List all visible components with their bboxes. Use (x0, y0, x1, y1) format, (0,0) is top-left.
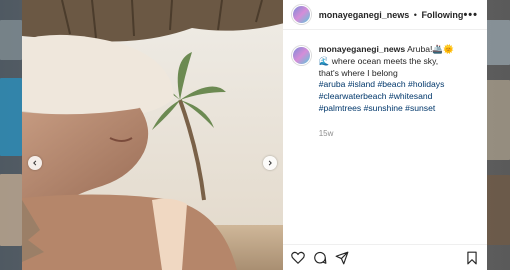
caption-avatar[interactable] (291, 46, 311, 65)
post-sidebar: monayeganegi_news • Following ••• monaye… (282, 0, 487, 270)
caption-username-link[interactable]: monayeganegi_news (319, 44, 405, 54)
comment-button[interactable] (313, 251, 327, 265)
separator-dot: • (413, 9, 417, 20)
caption-body: monayeganegi_news Aruba!🚢🌞🌊 where ocean … (319, 44, 459, 140)
action-bar (282, 244, 487, 270)
chevron-left-icon (33, 160, 37, 166)
avatar[interactable] (291, 5, 311, 24)
heart-icon (290, 251, 305, 264)
bookmark-icon (467, 251, 477, 264)
header-text: monayeganegi_news • Following (319, 10, 464, 20)
share-button[interactable] (335, 251, 349, 265)
chevron-right-icon (268, 160, 272, 166)
post-modal: monayeganegi_news • Following ••• monaye… (22, 0, 487, 270)
following-button[interactable]: Following (421, 10, 463, 20)
post-header: monayeganegi_news • Following ••• (282, 0, 487, 30)
beach-photo-image (22, 0, 283, 270)
previous-photo-button[interactable] (28, 156, 42, 170)
like-button[interactable] (290, 251, 305, 265)
post-photo (22, 0, 283, 270)
username-link[interactable]: monayeganegi_news (319, 10, 410, 20)
share-icon (335, 251, 349, 264)
next-photo-button[interactable] (262, 156, 277, 170)
comment-icon (313, 251, 327, 264)
post-timestamp[interactable]: 15w (319, 128, 459, 140)
more-options-button[interactable]: ••• (463, 9, 478, 21)
caption-hashtags[interactable]: #aruba #island #beach #holidays #clearwa… (319, 79, 459, 114)
save-button[interactable] (465, 251, 479, 265)
post-caption: monayeganegi_news Aruba!🚢🌞🌊 where ocean … (283, 30, 487, 140)
